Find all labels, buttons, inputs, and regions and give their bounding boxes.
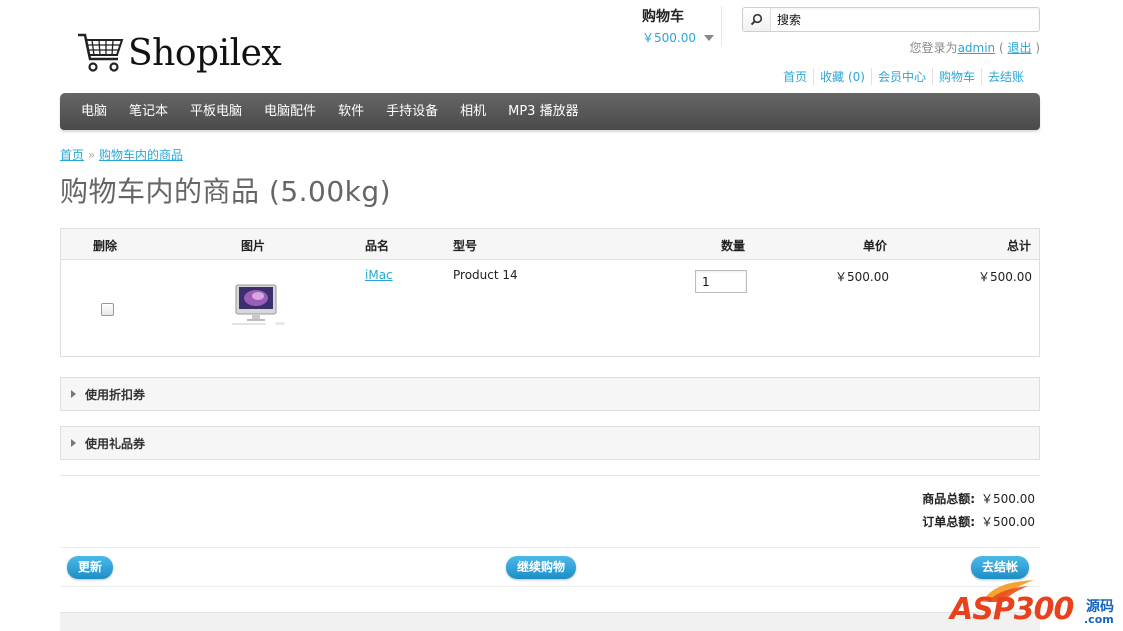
cart-table: 删除 图片 品名 型号 数量 单价 总计 iMac Product 14 1 ￥… [60,228,1040,357]
header-model: 型号 [453,239,478,253]
product-name-link[interactable]: iMac [365,268,393,282]
search-button[interactable] [743,8,771,31]
footer-bar [60,612,1040,631]
checkout-button[interactable]: 去结帐 [971,556,1030,579]
quantity-input[interactable] [695,270,747,293]
search-input[interactable] [771,9,1039,30]
top-link-account[interactable]: 会员中心 [870,68,932,85]
top-link-home[interactable]: 首页 [777,68,813,85]
logo[interactable]: Shopilex [76,28,282,78]
mini-cart-total[interactable]: ￥500.00 [642,29,714,46]
shopping-cart-icon [78,33,124,72]
welcome-text: 您登录为admin ( 退出 ) [910,39,1040,56]
product-model: Product 14 [453,268,518,282]
top-link-checkout[interactable]: 去结账 [980,68,1030,85]
page: Shopilex 购物车 ￥500.00 您登录为admin ( 退出 ) 首页… [60,0,1040,631]
header-name: 品名 [365,239,390,253]
header-quantity: 数量 [721,239,746,253]
order-total-row: 订单总额: ￥500.00 [922,513,1035,530]
subtotal-row: 商品总额: ￥500.00 [922,490,1035,507]
watermark: ASP300 源码 .com [948,578,1118,628]
top-link-wishlist[interactable]: 收藏 (0) [813,68,871,85]
cart-buttons: 更新 继续购物 去结帐 [60,547,1040,587]
mini-cart-title: 购物车 [642,9,684,25]
product-total: ￥500.00 [978,270,1032,284]
breadcrumb: 首页 » 购物车内的商品 [60,146,183,163]
menu-item-components[interactable]: 电脑配件 [253,93,327,130]
welcome-prefix: 您登录为 [909,41,958,55]
remove-checkbox[interactable] [101,303,114,316]
mini-cart-total-value: ￥500.00 [642,31,696,45]
subtotal-value: ￥500.00 [981,492,1035,506]
logout-link[interactable]: 退出 [1007,41,1031,55]
menu-item-cameras[interactable]: 相机 [449,93,497,130]
menu-item-laptops[interactable]: 笔记本 [118,93,179,130]
triangle-right-icon [71,390,76,398]
cart-totals: 商品总额: ￥500.00 订单总额: ￥500.00 [60,475,1040,541]
menu-item-handhelds[interactable]: 手持设备 [375,93,449,130]
coupon-section-toggle[interactable]: 使用折扣券 [60,377,1040,411]
paren-close: ) [1031,41,1040,55]
table-header: 删除 图片 品名 型号 数量 单价 总计 [61,229,1039,260]
logo-text: Shopilex [128,32,282,74]
watermark-text: ASP300 [950,592,1074,627]
page-title: 购物车内的商品 (5.00kg) [60,175,392,208]
top-links: 首页 收藏 (0) 会员中心 购物车 去结账 [777,68,1030,85]
paren-open: ( [995,41,1008,55]
order-total-label: 订单总额: [922,515,975,529]
header-remove: 删除 [93,239,118,253]
header-image: 图片 [241,239,266,253]
search-box [742,7,1040,32]
account-username-link[interactable]: admin [958,41,996,55]
triangle-right-icon [71,439,76,447]
top-link-cart[interactable]: 购物车 [931,68,981,85]
header-unit-price: 单价 [863,239,888,253]
menu-item-tablets[interactable]: 平板电脑 [179,93,253,130]
update-button[interactable]: 更新 [67,556,114,579]
menu-item-mp3-players[interactable]: MP3 播放器 [497,93,589,130]
table-row: iMac Product 14 ￥500.00 ￥500.00 [61,260,1039,356]
voucher-section-toggle[interactable]: 使用礼品券 [60,426,1040,460]
menu-item-computers[interactable]: 电脑 [70,93,118,130]
voucher-section-label: 使用礼品券 [85,436,146,451]
category-menu: 电脑 笔记本 平板电脑 电脑配件 软件 手持设备 相机 MP3 播放器 [60,93,1040,130]
product-unit-price: ￥500.00 [835,270,889,284]
breadcrumb-separator: » [84,148,99,162]
product-image[interactable] [231,282,291,330]
coupon-section-label: 使用折扣券 [85,387,146,402]
search-icon [750,13,763,26]
header-total: 总计 [1006,239,1031,253]
order-total-value: ￥500.00 [981,515,1035,529]
subtotal-label: 商品总额: [922,492,975,506]
mini-cart[interactable]: 购物车 ￥500.00 [642,6,722,46]
menu-item-software[interactable]: 软件 [327,93,375,130]
continue-shopping-button[interactable]: 继续购物 [506,556,577,579]
watermark-domain: .com [1084,613,1114,626]
chevron-down-icon [704,34,714,41]
breadcrumb-home[interactable]: 首页 [60,148,84,162]
breadcrumb-current[interactable]: 购物车内的商品 [99,148,183,162]
